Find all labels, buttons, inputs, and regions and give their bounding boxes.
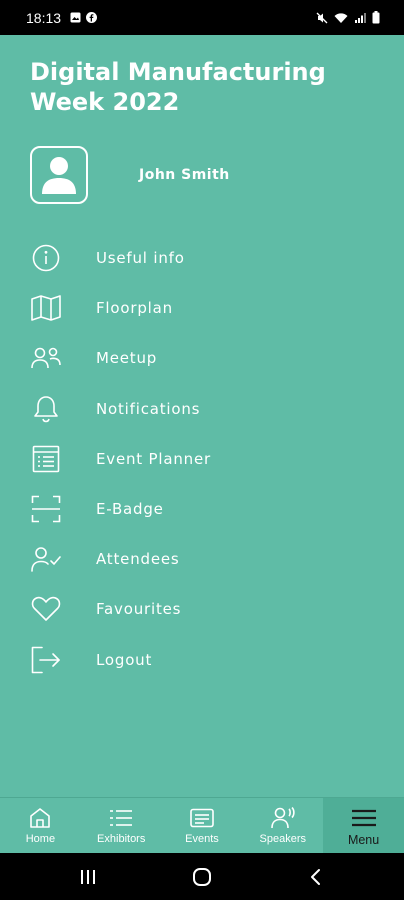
nav-label: Home: [25, 833, 56, 845]
nav-events[interactable]: Events: [162, 798, 243, 854]
app-title: Digital Manufacturing Week 2022: [30, 58, 326, 116]
user-check-icon: [30, 543, 62, 575]
planner-icon: [30, 443, 62, 475]
users-icon: [30, 342, 62, 374]
system-nav-bar: [0, 853, 404, 900]
menu-item-attendees[interactable]: Attendees: [0, 534, 404, 584]
home-circle-icon: [193, 868, 211, 886]
status-bar: 18:13: [0, 0, 404, 35]
avatar[interactable]: [30, 146, 88, 204]
user-name: John Smith: [139, 167, 230, 183]
status-notification-icons: [70, 12, 97, 23]
menu-item-label: Floorplan: [96, 299, 173, 318]
hamburger-icon: [351, 806, 377, 830]
recent-apps-button[interactable]: [73, 865, 103, 889]
facebook-notification-icon: [86, 12, 97, 23]
info-icon: [30, 242, 62, 274]
menu-item-favourites[interactable]: Favourites: [0, 584, 404, 634]
menu-item-label: E-Badge: [96, 500, 164, 519]
nav-label: Exhibitors: [97, 833, 146, 845]
wifi-icon: [334, 12, 348, 23]
menu-item-event-planner[interactable]: Event Planner: [0, 434, 404, 484]
menu-item-label: Logout: [96, 650, 153, 669]
speaker-icon: [270, 806, 295, 830]
recent-apps-icon: [81, 870, 95, 884]
menu-item-label: Event Planner: [96, 449, 211, 468]
menu-item-floorplan[interactable]: Floorplan: [0, 283, 404, 333]
menu-item-label: Attendees: [96, 550, 180, 569]
nav-label: Events: [185, 833, 219, 845]
battery-icon: [372, 11, 380, 24]
home-icon: [29, 806, 51, 830]
status-time: 18:13: [26, 10, 62, 26]
menu-item-notifications[interactable]: Notifications: [0, 384, 404, 434]
bell-icon: [30, 393, 62, 425]
heart-icon: [30, 593, 62, 625]
nav-exhibitors[interactable]: Exhibitors: [81, 798, 162, 854]
list-icon: [109, 806, 133, 830]
user-avatar-icon: [42, 157, 76, 194]
nav-speakers[interactable]: Speakers: [242, 798, 323, 854]
back-chevron-icon: [311, 869, 320, 885]
menu-item-label: Favourites: [96, 600, 182, 619]
menu-item-logout[interactable]: Logout: [0, 635, 404, 685]
profile-section[interactable]: John Smith: [30, 145, 230, 205]
menu-item-label: Meetup: [96, 349, 158, 368]
status-system-icons: [316, 11, 380, 24]
menu-list: Useful info Floorplan Meetup Notificatio…: [0, 233, 404, 685]
menu-item-e-badge[interactable]: E-Badge: [0, 484, 404, 534]
logout-icon: [30, 644, 62, 676]
menu-item-useful-info[interactable]: Useful info: [0, 233, 404, 283]
nav-menu[interactable]: Menu: [323, 798, 404, 854]
menu-item-label: Notifications: [96, 399, 201, 418]
nav-label: Speakers: [259, 833, 307, 845]
gallery-notification-icon: [70, 12, 81, 23]
map-icon: [30, 292, 62, 324]
menu-item-label: Useful info: [96, 249, 185, 268]
menu-screen: Digital Manufacturing Week 2022 John Smi…: [0, 35, 404, 797]
mute-icon: [316, 12, 328, 23]
menu-item-meetup[interactable]: Meetup: [0, 333, 404, 383]
scan-icon: [30, 493, 62, 525]
bottom-nav: Home Exhibitors Events Speakers Menu: [0, 797, 404, 854]
signal-icon: [355, 12, 366, 23]
back-system-button[interactable]: [300, 865, 330, 889]
home-system-button[interactable]: [187, 865, 217, 889]
nav-home[interactable]: Home: [0, 798, 81, 854]
nav-label: Menu: [347, 833, 380, 847]
events-icon: [190, 806, 214, 830]
